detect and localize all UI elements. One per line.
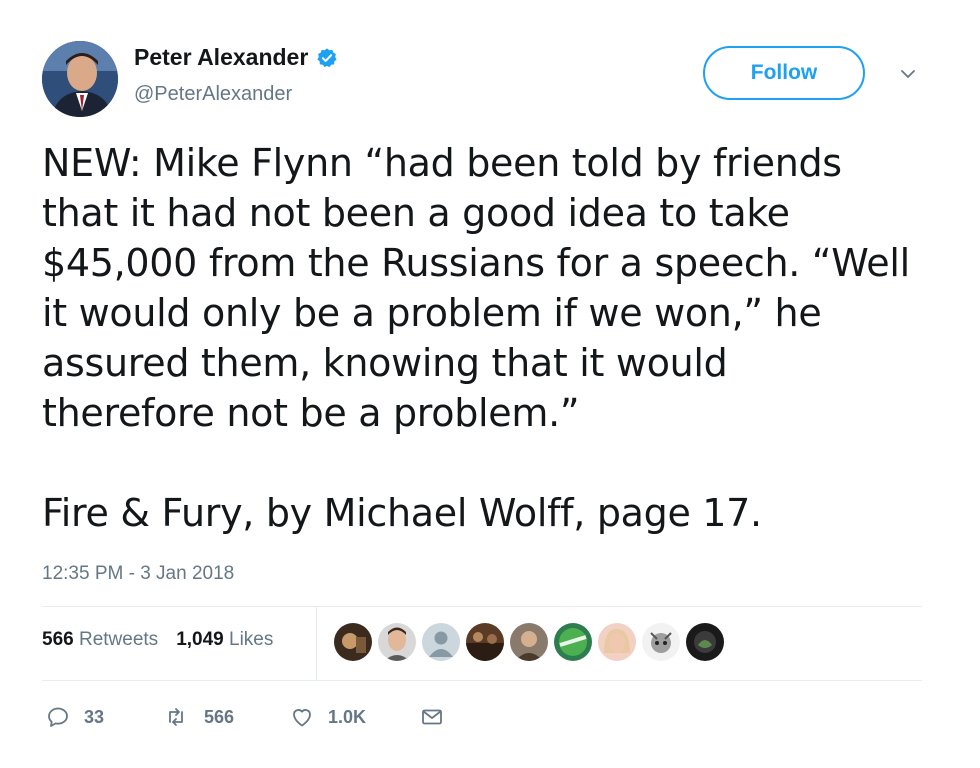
tweet-actions: 33 566 1.0K <box>46 705 458 729</box>
likers-avatars <box>334 623 724 661</box>
author-avatar[interactable] <box>42 41 118 117</box>
envelope-icon <box>422 709 442 725</box>
retweet-count: 566 <box>204 706 235 727</box>
author-handle[interactable]: @PeterAlexander <box>134 83 292 106</box>
tweet-timestamp[interactable]: 12:35 PM - 3 Jan 2018 <box>42 563 234 585</box>
verified-badge-icon <box>317 47 337 67</box>
tweet-paragraph: Fire & Fury, by Michael Wolff, page 17. <box>42 491 762 535</box>
heart-icon <box>293 709 311 727</box>
retweet-icon <box>169 708 183 726</box>
liker-avatar[interactable] <box>378 623 416 661</box>
reply-button[interactable]: 33 <box>46 705 162 729</box>
likes-stat-count: 1,049 <box>176 629 224 650</box>
divider <box>42 680 922 681</box>
reply-count: 33 <box>84 706 105 727</box>
liker-avatar[interactable] <box>422 623 460 661</box>
liker-avatar[interactable] <box>334 623 372 661</box>
likes-stat[interactable]: 1,049 Likes <box>176 629 273 651</box>
like-button[interactable]: 1.0K <box>290 705 420 729</box>
tweet-card: Peter Alexander @PeterAlexander Follow N… <box>0 0 980 768</box>
liker-avatar[interactable] <box>642 623 680 661</box>
author-name[interactable]: Peter Alexander <box>134 44 308 71</box>
follow-button[interactable]: Follow <box>703 46 865 100</box>
liker-avatar[interactable] <box>598 623 636 661</box>
liker-avatar[interactable] <box>466 623 504 661</box>
retweets-stat-count: 566 <box>42 629 74 650</box>
retweets-stat-label: Retweets <box>78 629 159 650</box>
liker-avatar[interactable] <box>686 623 724 661</box>
stats-divider <box>316 607 317 680</box>
like-count: 1.0K <box>328 706 367 727</box>
reply-icon <box>48 707 68 727</box>
chevron-down-icon[interactable] <box>898 64 918 84</box>
tweet-text: NEW: Mike Flynn “had been told by friend… <box>42 138 942 538</box>
liker-avatar[interactable] <box>554 623 592 661</box>
likes-stat-label: Likes <box>229 629 274 650</box>
retweets-stat[interactable]: 566 Retweets <box>42 629 158 651</box>
retweet-button[interactable]: 566 <box>162 705 290 729</box>
liker-avatar[interactable] <box>510 623 548 661</box>
divider <box>42 606 922 607</box>
direct-message-button[interactable] <box>420 705 458 729</box>
tweet-paragraph: NEW: Mike Flynn “had been told by friend… <box>42 141 910 435</box>
author-name-row: Peter Alexander <box>134 44 338 71</box>
engagement-stats: 566 Retweets 1,049 Likes <box>42 629 273 651</box>
